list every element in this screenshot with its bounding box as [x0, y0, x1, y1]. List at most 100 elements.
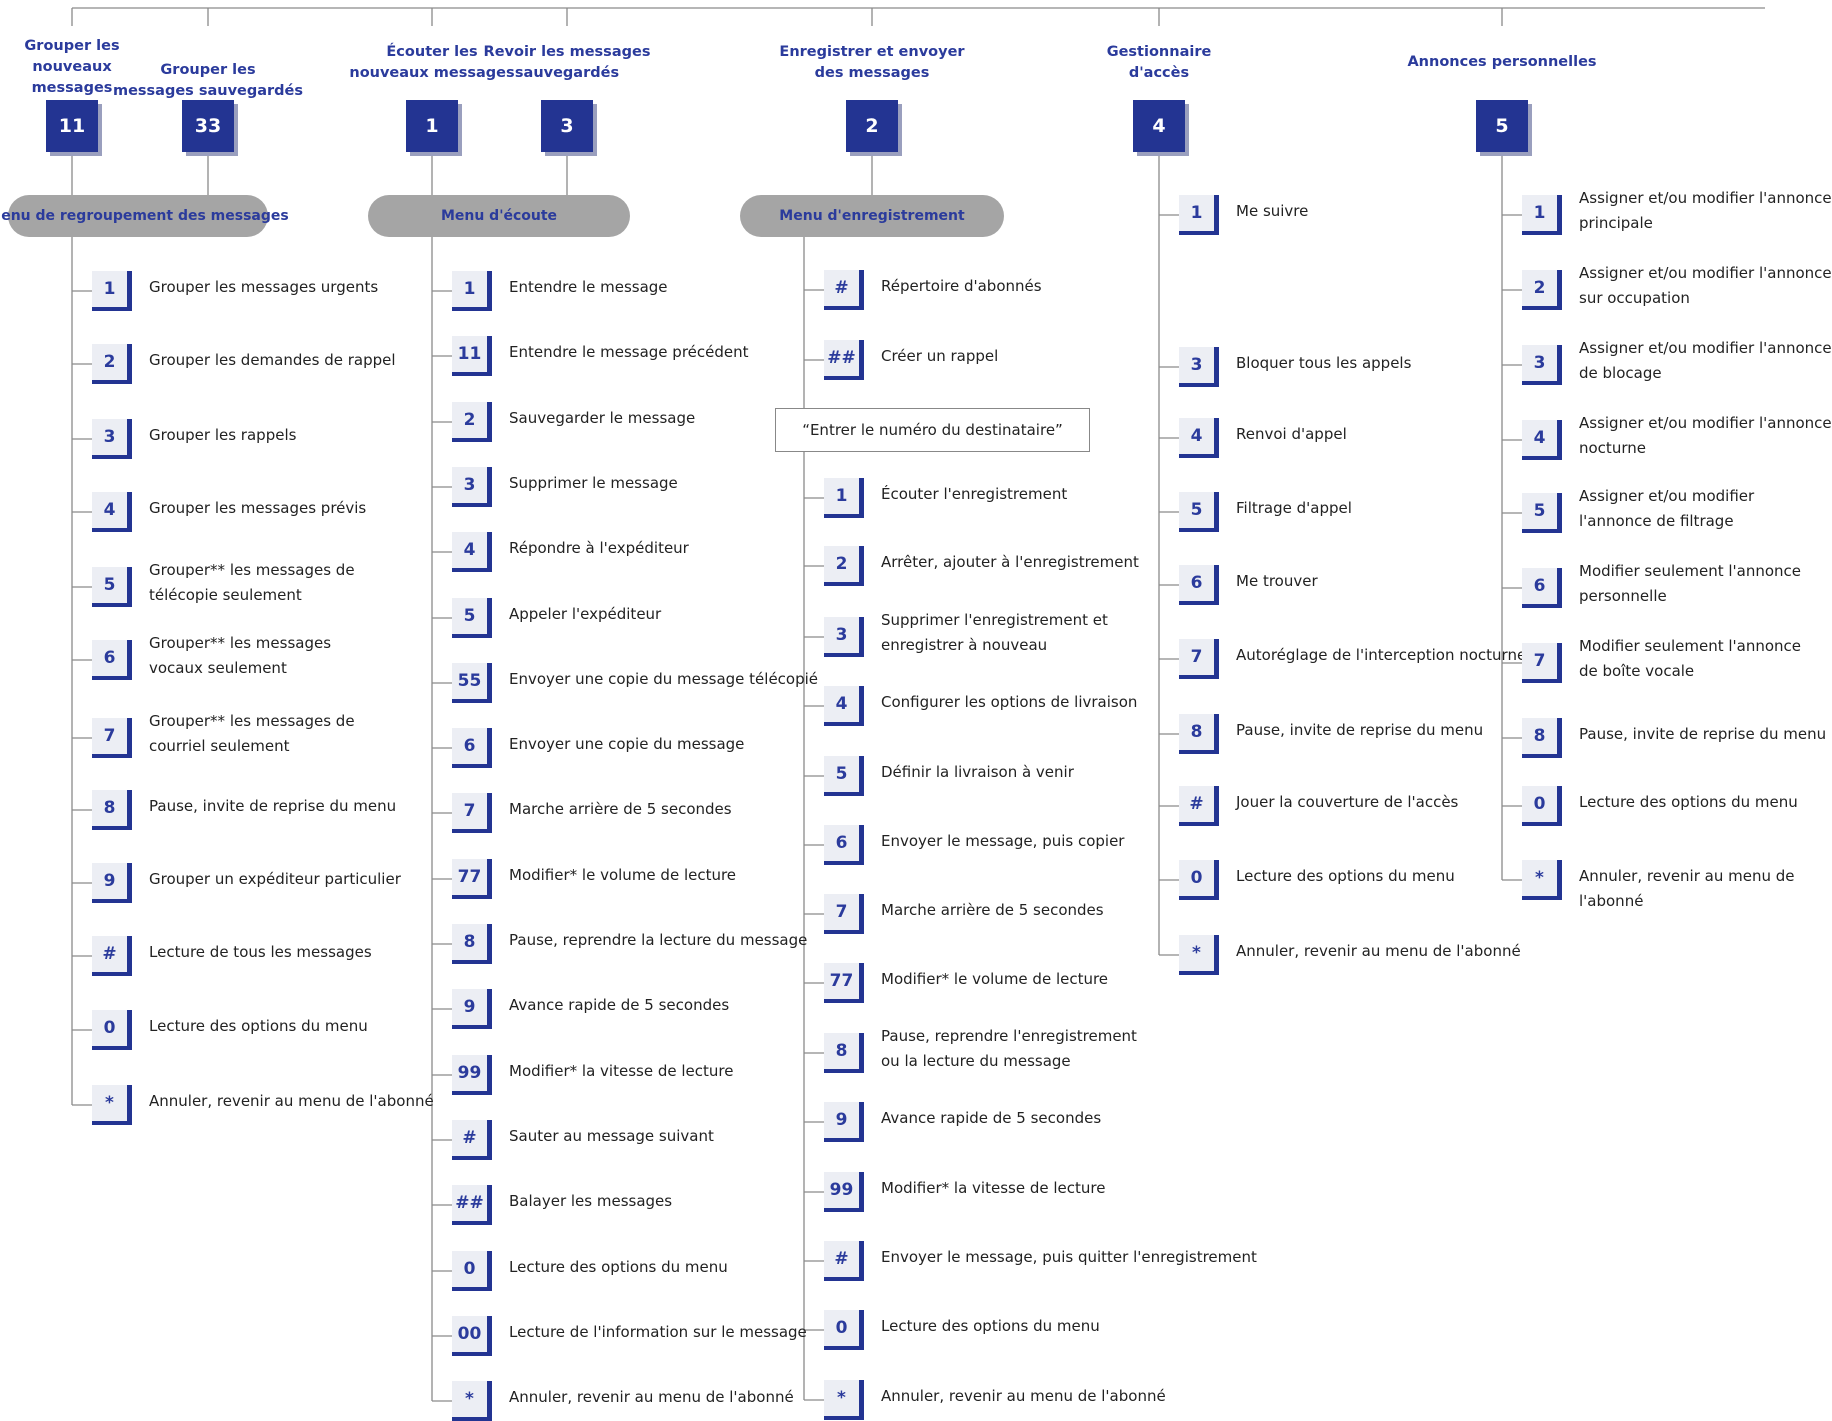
option-label: Lecture des options du menu [1236, 866, 1455, 885]
option-key: 1 [1179, 195, 1219, 235]
option-label: Modifier seulement l'annonce de boîte vo… [1579, 637, 1802, 680]
option-key: ## [452, 1185, 492, 1225]
option-key: 1 [824, 478, 864, 518]
option-label: Me suivre [1236, 201, 1309, 220]
option-key: 7 [92, 718, 132, 758]
option-label: Lecture des options du menu [881, 1316, 1100, 1335]
menu-pill: Menu d'écoute [368, 195, 630, 237]
column-header: Grouper les nouveaux messages [24, 38, 120, 96]
option-key: 8 [1179, 714, 1219, 754]
option-label: Envoyer une copie du message télécopié [509, 669, 819, 688]
top-level-key: 4 [1133, 100, 1185, 152]
option-key: 8 [92, 790, 132, 830]
option-key: 77 [452, 859, 492, 899]
column-header: Enregistrer et envoyer des messages [779, 44, 965, 81]
column-header: Grouper les messages sauvegardés [112, 62, 304, 99]
option-key: 55 [452, 663, 492, 703]
option-label: Balayer les messages [509, 1191, 673, 1210]
option-key: 2 [1522, 270, 1562, 310]
option-label: Annuler, revenir au menu de l'abonné [509, 1387, 794, 1406]
recipient-prompt-note: “Entrer le numéro du destinataire” [775, 408, 1090, 452]
option-label: Pause, reprendre l'enregistrement ou la … [881, 1027, 1137, 1070]
option-key: 5 [1179, 492, 1219, 532]
option-label: Assigner et/ou modifier l'annonce noctur… [1579, 414, 1832, 457]
option-key: 4 [92, 492, 132, 532]
option-key: 11 [452, 336, 492, 376]
option-key: 4 [1522, 420, 1562, 460]
option-key: 3 [1179, 347, 1219, 387]
option-label: Appeler l'expéditeur [509, 604, 662, 623]
option-label: Sauter au message suivant [509, 1126, 714, 1145]
option-label: Marche arrière de 5 secondes [881, 900, 1104, 919]
option-label: Lecture de l'information sur le message [509, 1322, 807, 1341]
option-label: Envoyer une copie du message [509, 734, 745, 753]
option-key: 9 [452, 989, 492, 1029]
option-key: # [452, 1120, 492, 1160]
option-key: 5 [92, 567, 132, 607]
option-label: Marche arrière de 5 secondes [509, 799, 732, 818]
option-key: 4 [452, 532, 492, 572]
option-key: 0 [1522, 786, 1562, 826]
menu-pill: Menu de regroupement des messages [0, 195, 289, 237]
option-key: * [1179, 935, 1219, 975]
option-label: Définir la livraison à venir [881, 762, 1074, 781]
option-label: Écouter l'enregistrement [881, 484, 1068, 503]
option-key: 4 [824, 686, 864, 726]
option-label: Grouper les rappels [149, 425, 297, 444]
option-label: Lecture des options du menu [509, 1257, 728, 1276]
option-key: 99 [452, 1055, 492, 1095]
option-label: Grouper** les messages de télécopie seul… [149, 561, 355, 604]
option-label: Avance rapide de 5 secondes [881, 1108, 1102, 1127]
option-label: Envoyer le message, puis quitter l'enreg… [881, 1247, 1257, 1266]
option-key: 1 [92, 271, 132, 311]
option-key: 2 [92, 344, 132, 384]
option-key: 9 [92, 863, 132, 903]
option-key: 5 [452, 598, 492, 638]
option-label: Grouper** les messages de courriel seule… [149, 712, 355, 755]
option-label: Répertoire d'abonnés [881, 276, 1042, 295]
option-label: Entendre le message précédent [509, 342, 749, 361]
option-key: 6 [1522, 568, 1562, 608]
menu-pill: Menu d'enregistrement [740, 195, 1004, 237]
option-label: Sauvegarder le message [509, 408, 696, 427]
top-level-key: 33 [182, 100, 234, 152]
column-header: Annonces personnelles [1407, 54, 1597, 70]
option-label: Annuler, revenir au menu de l'abonné [1579, 866, 1795, 910]
option-key: 0 [452, 1251, 492, 1291]
option-key: 7 [824, 894, 864, 934]
option-label: Arrêter, ajouter à l'enregistrement [881, 552, 1139, 571]
column-header: Gestionnaire d'accès [1106, 44, 1212, 81]
option-key: 9 [824, 1102, 864, 1142]
option-label: Me trouver [1236, 571, 1318, 590]
option-label: Pause, invite de reprise du menu [1236, 720, 1484, 739]
option-key: 4 [1179, 418, 1219, 458]
top-level-key: 1 [406, 100, 458, 152]
option-label: Pause, reprendre la lecture du message [509, 930, 808, 949]
option-label: Assigner et/ou modifier l'annonce de fil… [1579, 487, 1755, 530]
top-level-key: 2 [846, 100, 898, 152]
option-label: Assigner et/ou modifier l'annonce princi… [1579, 189, 1832, 232]
option-label: Modifier* la vitesse de lecture [881, 1178, 1106, 1197]
option-label: Lecture de tous les messages [149, 942, 372, 961]
option-key: # [92, 936, 132, 976]
option-key: 3 [824, 617, 864, 657]
option-key: 0 [92, 1010, 132, 1050]
option-label: Grouper un expéditeur particulier [149, 869, 401, 888]
option-label: Annuler, revenir au menu de l'abonné [1236, 941, 1521, 960]
option-label: Assigner et/ou modifier l'annonce de blo… [1579, 339, 1832, 382]
option-label: Supprimer le message [509, 473, 678, 492]
option-label: Filtrage d'appel [1236, 498, 1352, 517]
option-label: Envoyer le message, puis copier [881, 831, 1125, 850]
option-key: 1 [452, 271, 492, 311]
option-label: Grouper** les messages vocaux seulement [149, 634, 332, 677]
option-label: Renvoi d'appel [1236, 424, 1347, 443]
option-label: Pause, invite de reprise du menu [149, 796, 397, 815]
option-label: Créer un rappel [881, 346, 999, 365]
option-key: 3 [92, 419, 132, 459]
option-key: 5 [824, 756, 864, 796]
option-key: 3 [1522, 345, 1562, 385]
option-label: Lecture des options du menu [1579, 792, 1798, 811]
option-key: * [92, 1085, 132, 1125]
option-label: Avance rapide de 5 secondes [509, 995, 730, 1014]
option-key: # [824, 1241, 864, 1281]
